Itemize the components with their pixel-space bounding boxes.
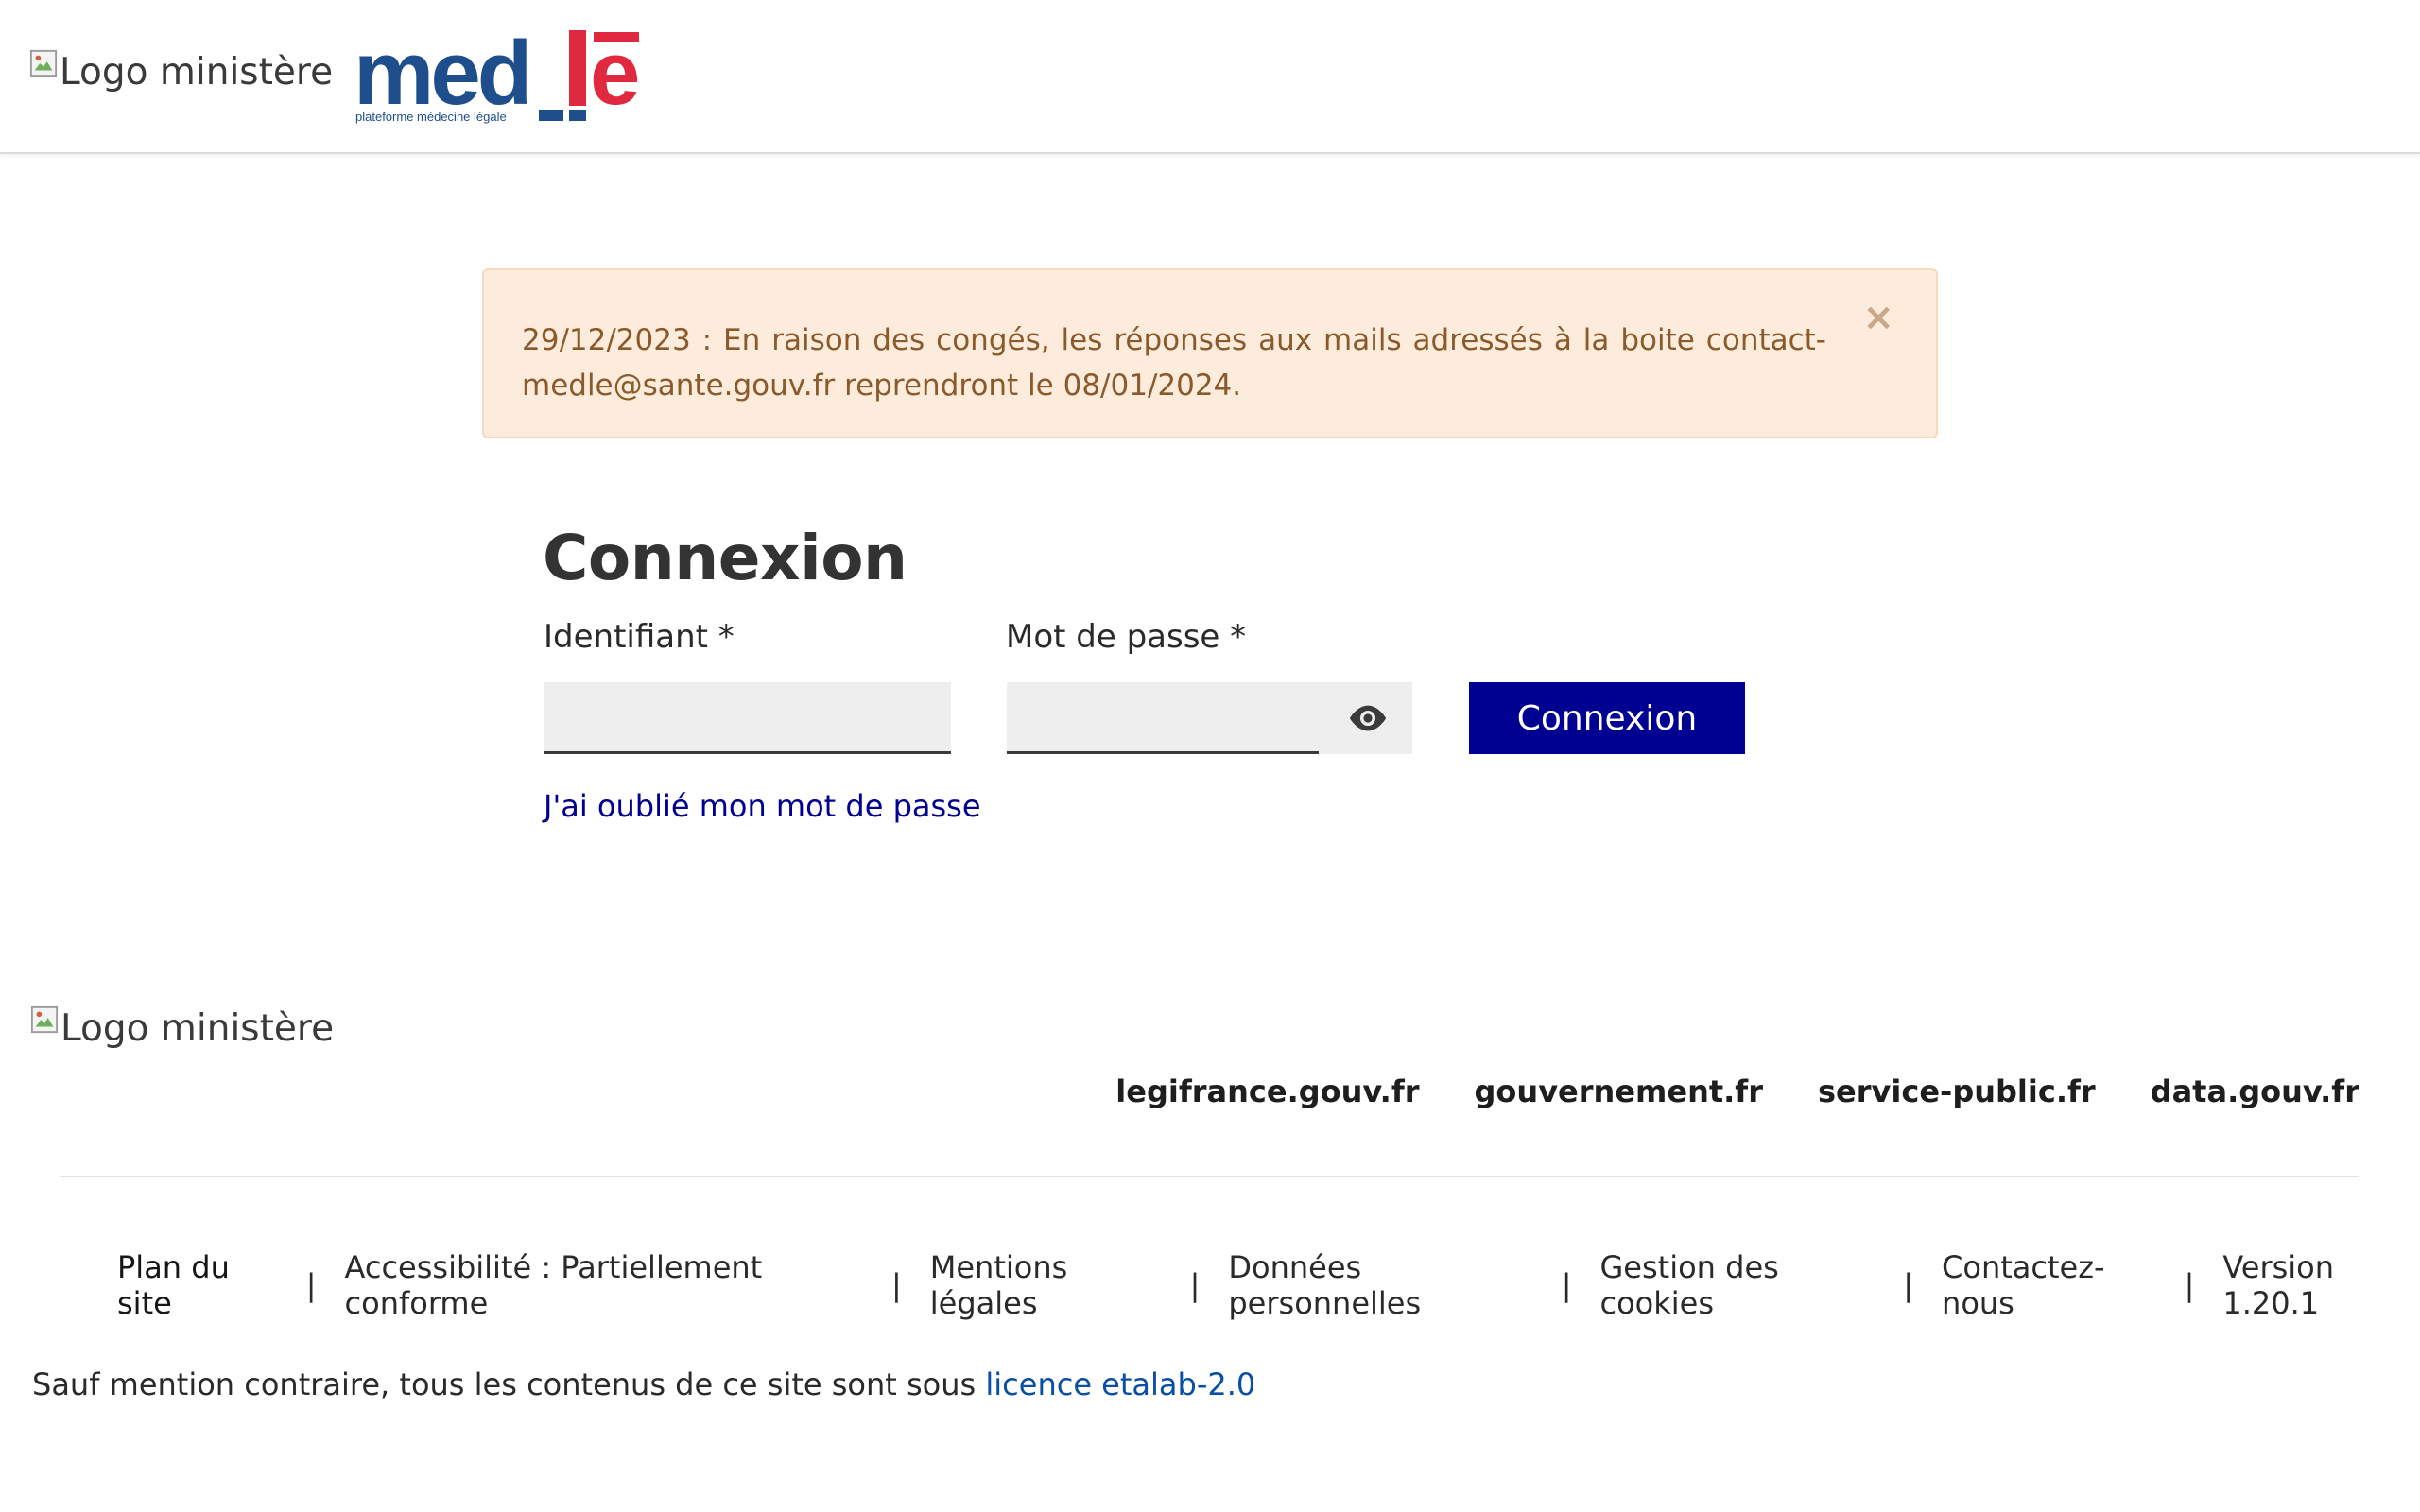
username-input[interactable] [544, 682, 951, 754]
alert-message: 29/12/2023 : En raison des congés, les r… [522, 323, 1826, 403]
link-personal-data[interactable]: Données personnelles [1228, 1249, 1532, 1321]
link-accessibility[interactable]: Accessibilité : Partiellement conforme [345, 1249, 863, 1321]
broken-image-icon [29, 49, 58, 77]
broken-image-icon [30, 1005, 59, 1033]
password-field [1007, 682, 1412, 754]
license-link[interactable]: licence etalab-2.0 [985, 1366, 1255, 1402]
eye-icon[interactable] [1346, 701, 1390, 735]
link-cookies[interactable]: Gestion des cookies [1600, 1249, 1876, 1321]
footer-divider [60, 1176, 2360, 1177]
footer-logo-alt-text: Logo ministère [60, 1007, 335, 1050]
link-site-map[interactable]: Plan du site [117, 1249, 278, 1321]
license-text: Sauf mention contraire, tous les contenu… [32, 1366, 986, 1402]
link-data-gouv[interactable]: data.gouv.fr [2151, 1074, 2360, 1109]
footer-bottom-links: Plan du site | Accessibilité : Partielle… [117, 1249, 2420, 1321]
link-service-public[interactable]: service-public.fr [1818, 1074, 2096, 1109]
separator: | [305, 1267, 317, 1303]
link-contact[interactable]: Contactez-nous [1942, 1249, 2156, 1321]
link-legal-notice[interactable]: Mentions légales [930, 1249, 1162, 1321]
partner-links: legifrance.gouv.fr gouvernement.fr servi… [1115, 1074, 2360, 1109]
ministry-logo[interactable]: Logo ministère [29, 49, 334, 94]
separator: | [2184, 1267, 2195, 1303]
close-icon[interactable]: × [1862, 299, 1894, 336]
login-button[interactable]: Connexion [1469, 682, 1745, 754]
link-legifrance[interactable]: legifrance.gouv.fr [1115, 1074, 1419, 1109]
info-alert: 29/12/2023 : En raison des congés, les r… [482, 268, 1938, 438]
link-gouvernement[interactable]: gouvernement.fr [1475, 1074, 1763, 1109]
separator: | [1903, 1267, 1914, 1303]
forgot-password-link[interactable]: J'ai oublié mon mot de passe [544, 788, 981, 824]
separator: | [1189, 1267, 1201, 1303]
license-notice: Sauf mention contraire, tous les contenu… [32, 1366, 1255, 1402]
medle-brand-logo[interactable]: med e plateforme médecine légale [354, 26, 647, 130]
version-label: Version 1.20.1 [2222, 1249, 2335, 1321]
brand-tagline: plateforme médecine légale [355, 110, 507, 124]
password-label: Mot de passe * [1006, 618, 1247, 656]
separator: | [890, 1267, 902, 1303]
site-header: Logo ministère med e plateforme médecine… [0, 0, 2420, 154]
separator: | [1561, 1267, 1572, 1303]
ministry-logo-alt-text: Logo ministère [60, 51, 334, 94]
password-input[interactable] [1007, 682, 1319, 754]
page-title: Connexion [543, 522, 908, 594]
username-label: Identifiant * [544, 618, 735, 656]
footer-ministry-logo[interactable]: Logo ministère [30, 1005, 335, 1050]
